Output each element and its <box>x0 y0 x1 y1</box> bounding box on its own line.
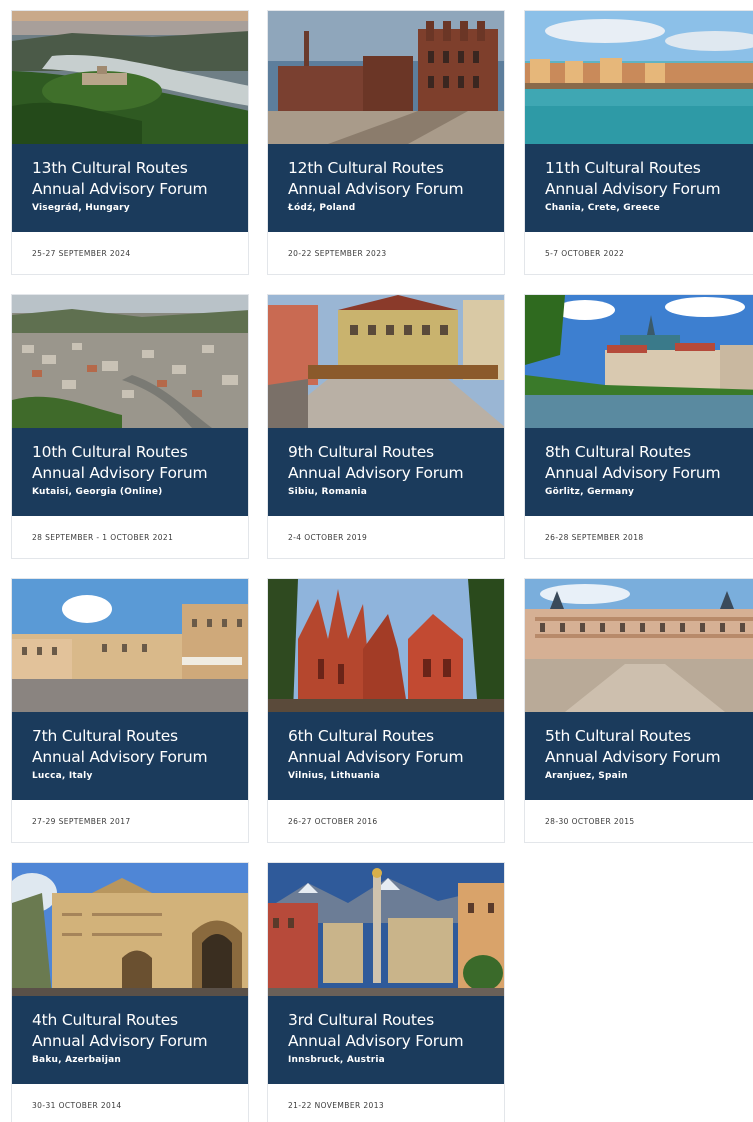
forum-title-line2: Annual Advisory Forum <box>32 1032 208 1050</box>
forum-panel: 4th Cultural Routes Annual Advisory Foru… <box>12 996 248 1084</box>
forum-panel: 11th Cultural Routes Annual Advisory For… <box>525 144 753 232</box>
forum-card[interactable]: 5th Cultural Routes Annual Advisory Foru… <box>524 578 753 843</box>
forum-grid: 13th Cultural Routes Annual Advisory For… <box>0 0 753 1122</box>
old-town-bridge-photo[interactable] <box>268 295 504 428</box>
forum-panel: 8th Cultural Routes Annual Advisory Foru… <box>525 428 753 516</box>
forum-date: 28 SEPTEMBER - 1 OCTOBER 2021 <box>32 533 174 542</box>
forum-title-line2: Annual Advisory Forum <box>545 180 721 198</box>
forum-date: 26-27 OCTOBER 2016 <box>288 817 378 826</box>
forum-date: 25-27 SEPTEMBER 2024 <box>32 249 131 258</box>
forum-date: 5-7 OCTOBER 2022 <box>545 249 625 258</box>
forum-title-line1: 5th Cultural Routes <box>545 727 691 745</box>
forum-title-line2: Annual Advisory Forum <box>288 1032 464 1050</box>
forum-panel: 13th Cultural Routes Annual Advisory For… <box>12 144 248 232</box>
forum-card[interactable]: 12th Cultural Routes Annual Advisory For… <box>267 10 505 275</box>
forum-title-line1: 4th Cultural Routes <box>32 1011 178 1029</box>
forum-date: 21-22 NOVEMBER 2013 <box>288 1101 385 1110</box>
forum-title-line1: 11th Cultural Routes <box>545 159 701 177</box>
forum-title-line1: 6th Cultural Routes <box>288 727 434 745</box>
gothic-church-photo[interactable] <box>268 579 504 712</box>
forum-title-line2: Annual Advisory Forum <box>288 464 464 482</box>
forum-card[interactable]: 8th Cultural Routes Annual Advisory Foru… <box>524 294 753 559</box>
forum-date: 30-31 OCTOBER 2014 <box>32 1101 122 1110</box>
forum-card[interactable]: 10th Cultural Routes Annual Advisory For… <box>11 294 249 559</box>
forum-title-line2: Annual Advisory Forum <box>545 464 721 482</box>
brick-factory-photo[interactable] <box>268 11 504 144</box>
forum-location: Kutaisi, Georgia (Online) <box>32 487 163 497</box>
forum-title-line2: Annual Advisory Forum <box>288 748 464 766</box>
forum-title-line1: 3rd Cultural Routes <box>288 1011 434 1029</box>
alpine-street-photo[interactable] <box>268 863 504 996</box>
forum-location: Chania, Crete, Greece <box>545 203 660 213</box>
forum-location: Vilnius, Lithuania <box>288 771 380 781</box>
forum-location: Visegrád, Hungary <box>32 203 130 213</box>
forum-location: Görlitz, Germany <box>545 487 635 497</box>
forum-date: 28-30 OCTOBER 2015 <box>545 817 635 826</box>
forum-date: 27-29 SEPTEMBER 2017 <box>32 817 131 826</box>
forum-location: Innsbruck, Austria <box>288 1055 385 1065</box>
forum-panel: 3rd Cultural Routes Annual Advisory Foru… <box>268 996 504 1084</box>
forum-location: Lucca, Italy <box>32 771 93 781</box>
forum-card[interactable]: 4th Cultural Routes Annual Advisory Foru… <box>11 862 249 1122</box>
forum-card[interactable]: 9th Cultural Routes Annual Advisory Foru… <box>267 294 505 559</box>
forum-title-line2: Annual Advisory Forum <box>545 748 721 766</box>
forum-title-line1: 8th Cultural Routes <box>545 443 691 461</box>
forum-panel: 10th Cultural Routes Annual Advisory For… <box>12 428 248 516</box>
sandstone-gate-photo[interactable] <box>12 863 248 996</box>
riverside-town-photo[interactable] <box>525 295 753 428</box>
forum-title-line1: 7th Cultural Routes <box>32 727 178 745</box>
forum-card[interactable]: 7th Cultural Routes Annual Advisory Foru… <box>11 578 249 843</box>
forum-title-line2: Annual Advisory Forum <box>32 748 208 766</box>
royal-palace-photo[interactable] <box>525 579 753 712</box>
harbour-photo[interactable] <box>525 11 753 144</box>
forum-title-line1: 9th Cultural Routes <box>288 443 434 461</box>
forum-date: 26-28 SEPTEMBER 2018 <box>545 533 644 542</box>
forum-title-line1: 13th Cultural Routes <box>32 159 188 177</box>
forum-card[interactable]: 13th Cultural Routes Annual Advisory For… <box>11 10 249 275</box>
forum-panel: 6th Cultural Routes Annual Advisory Foru… <box>268 712 504 800</box>
city-aerial-photo[interactable] <box>12 295 248 428</box>
forum-title-line2: Annual Advisory Forum <box>32 180 208 198</box>
forum-panel: 9th Cultural Routes Annual Advisory Foru… <box>268 428 504 516</box>
forum-panel: 5th Cultural Routes Annual Advisory Foru… <box>525 712 753 800</box>
piazza-photo[interactable] <box>12 579 248 712</box>
river-hills-photo[interactable] <box>12 11 248 144</box>
forum-title-line1: 12th Cultural Routes <box>288 159 444 177</box>
forum-card[interactable]: 11th Cultural Routes Annual Advisory For… <box>524 10 753 275</box>
forum-card[interactable]: 6th Cultural Routes Annual Advisory Foru… <box>267 578 505 843</box>
forum-date: 20-22 SEPTEMBER 2023 <box>288 249 387 258</box>
forum-title-line1: 10th Cultural Routes <box>32 443 188 461</box>
forum-location: Łódź, Poland <box>288 203 356 213</box>
forum-title-line2: Annual Advisory Forum <box>32 464 208 482</box>
forum-location: Baku, Azerbaijan <box>32 1055 121 1065</box>
forum-location: Sibiu, Romania <box>288 487 367 497</box>
forum-card[interactable]: 3rd Cultural Routes Annual Advisory Foru… <box>267 862 505 1122</box>
forum-location: Aranjuez, Spain <box>545 771 628 781</box>
forum-panel: 12th Cultural Routes Annual Advisory For… <box>268 144 504 232</box>
forum-title-line2: Annual Advisory Forum <box>288 180 464 198</box>
forum-panel: 7th Cultural Routes Annual Advisory Foru… <box>12 712 248 800</box>
forum-date: 2-4 OCTOBER 2019 <box>288 533 368 542</box>
